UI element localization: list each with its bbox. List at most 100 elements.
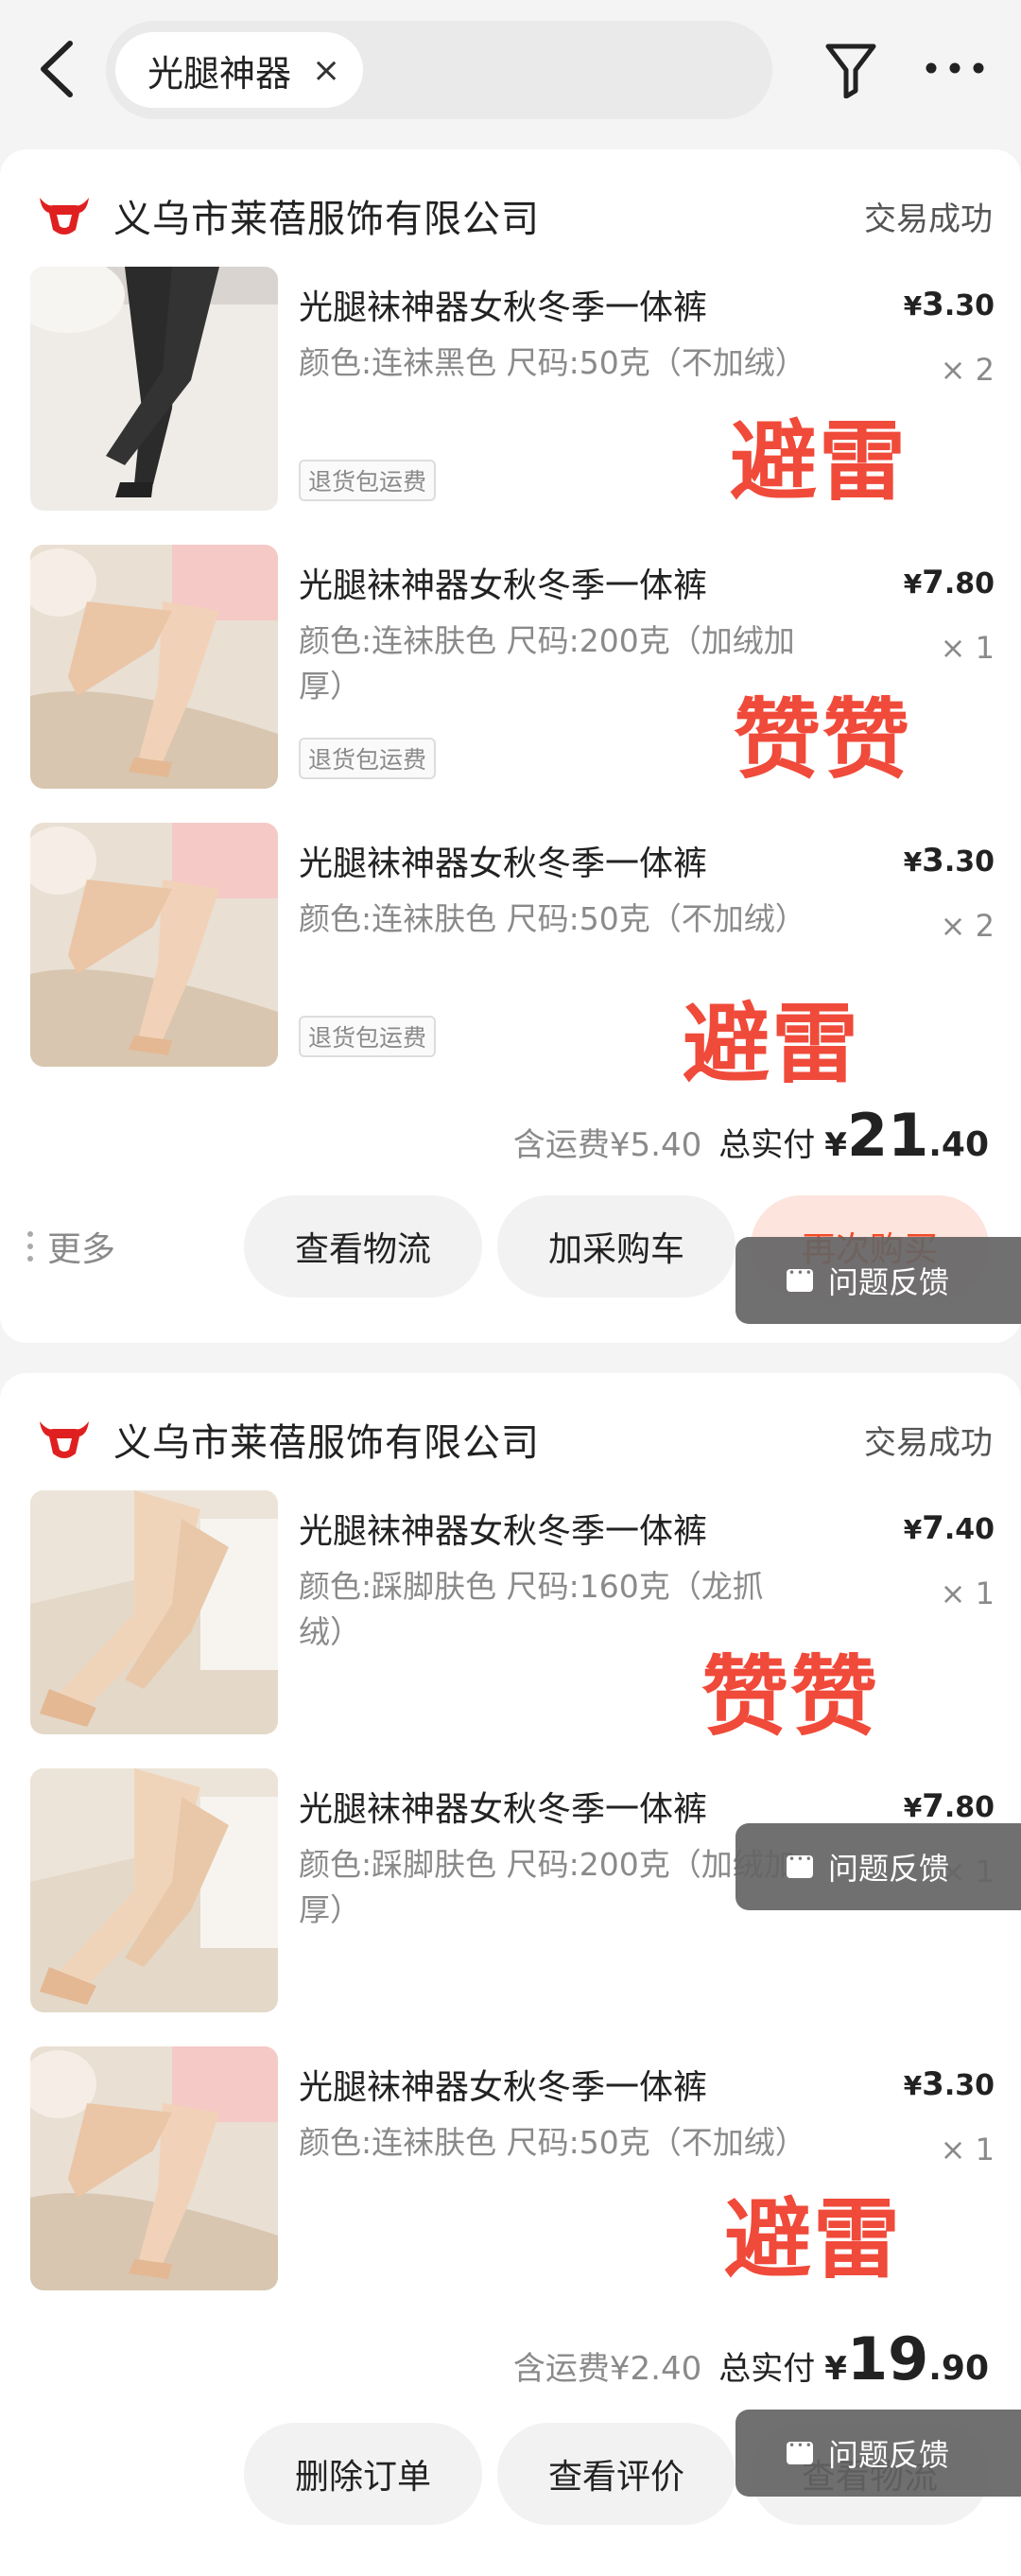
filter-button[interactable] bbox=[821, 34, 881, 106]
total-decimal: .90 bbox=[928, 2349, 989, 2388]
product-thumbnail bbox=[30, 823, 278, 1067]
message-icon bbox=[787, 1266, 813, 1292]
feedback-label: 问题反馈 bbox=[828, 1851, 950, 1887]
search-bar[interactable]: 光腿神器 × bbox=[106, 21, 772, 119]
price-decimal: .30 bbox=[943, 2069, 995, 2102]
currency-symbol: ¥ bbox=[824, 1126, 847, 1164]
shipping-fee: 含运费¥5.40 bbox=[512, 1126, 702, 1164]
currency-symbol: ¥ bbox=[824, 2350, 847, 2388]
review-stamp: 赞赞 bbox=[734, 689, 912, 791]
product-thumbnail bbox=[30, 1768, 278, 2012]
price-decimal: .30 bbox=[943, 289, 995, 322]
currency-symbol: ¥ bbox=[903, 846, 923, 878]
message-icon bbox=[787, 1853, 813, 1878]
product-quantity: × 1 bbox=[940, 1575, 995, 1611]
more-options-button[interactable] bbox=[922, 38, 988, 98]
review-stamp: 避雷 bbox=[683, 994, 861, 1095]
price-integer: 7 bbox=[922, 564, 944, 601]
filter-icon bbox=[825, 44, 876, 98]
product-quantity: × 1 bbox=[940, 630, 995, 666]
total-decimal: .40 bbox=[928, 1125, 989, 1164]
product-title: 光腿袜神器女秋冬季一体裤 bbox=[299, 566, 708, 605]
message-icon bbox=[787, 2439, 813, 2464]
review-stamp: 赞赞 bbox=[701, 1646, 880, 1748]
product-thumbnail bbox=[30, 545, 278, 789]
top-bar: 光腿神器 × bbox=[0, 0, 1021, 142]
shop-header[interactable]: 义乌市莱蓓服饰有限公司 交易成功 bbox=[38, 1409, 993, 1470]
currency-symbol: ¥ bbox=[903, 1792, 923, 1823]
add-to-purchase-cart-button[interactable]: 加采购车 bbox=[497, 1195, 735, 1297]
product-price: ¥3.30 bbox=[904, 2065, 995, 2103]
free-return-badge: 退货包运费 bbox=[299, 1016, 437, 1057]
product-quantity: × 1 bbox=[940, 2132, 995, 2167]
review-stamp: 避雷 bbox=[724, 2189, 903, 2290]
product-spec: 颜色:连袜黑色 尺码:50克（不加绒） bbox=[299, 344, 806, 381]
order-total: 含运费¥2.40 总实付 ¥ 19 .90 bbox=[233, 2324, 989, 2393]
product-title: 光腿袜神器女秋冬季一体裤 bbox=[299, 1512, 708, 1551]
product-thumbnail bbox=[30, 2046, 278, 2290]
product-title: 光腿袜神器女秋冬季一体裤 bbox=[299, 288, 708, 327]
order-card: 义乌市莱蓓服饰有限公司 交易成功 光腿袜神器女秋冬季一体裤 颜色:踩脚肤色 尺码… bbox=[0, 1373, 1021, 2576]
order-card: 义乌市莱蓓服饰有限公司 交易成功 光腿袜神器女秋冬季一体裤 颜色:连袜黑色 尺码… bbox=[0, 149, 1021, 1343]
free-return-badge: 退货包运费 bbox=[299, 460, 437, 501]
vertical-dots-icon bbox=[27, 1231, 33, 1262]
product-price: ¥7.40 bbox=[904, 1509, 995, 1547]
feedback-button[interactable]: 问题反馈 bbox=[735, 2410, 1021, 2497]
price-decimal: .30 bbox=[943, 845, 995, 879]
product-title: 光腿袜神器女秋冬季一体裤 bbox=[299, 844, 708, 883]
product-spec: 颜色:连袜肤色 尺码:50克（不加绒） bbox=[299, 900, 806, 937]
product-spec: 颜色:连袜肤色 尺码:200克（加绒加厚） bbox=[299, 622, 795, 705]
shop-name: 义乌市莱蓓服饰有限公司 bbox=[113, 198, 540, 241]
price-integer: 7 bbox=[922, 1509, 944, 1547]
feedback-label: 问题反馈 bbox=[828, 1264, 950, 1300]
product-spec: 颜色:踩脚肤色 尺码:200克（加绒加厚） bbox=[299, 1846, 795, 1928]
shop-header[interactable]: 义乌市莱蓓服饰有限公司 交易成功 bbox=[38, 185, 993, 246]
more-actions-button[interactable]: 更多 bbox=[26, 1222, 115, 1271]
order-status: 交易成功 bbox=[864, 1423, 993, 1462]
shop-name: 义乌市莱蓓服饰有限公司 bbox=[113, 1421, 540, 1465]
clear-keyword-icon[interactable]: × bbox=[312, 51, 340, 90]
currency-symbol: ¥ bbox=[903, 1514, 923, 1545]
price-integer: 3 bbox=[922, 286, 944, 323]
product-price: ¥7.80 bbox=[904, 1787, 995, 1825]
review-stamp: 避雷 bbox=[730, 411, 909, 513]
price-decimal: .80 bbox=[943, 1791, 995, 1824]
view-review-button[interactable]: 查看评价 bbox=[497, 2423, 735, 2525]
total-integer: 19 bbox=[846, 2324, 929, 2393]
order-status: 交易成功 bbox=[864, 200, 993, 238]
total-integer: 21 bbox=[846, 1101, 929, 1170]
bull-logo-icon bbox=[40, 198, 89, 235]
shipping-fee: 含运费¥2.40 bbox=[512, 2350, 702, 2388]
bull-logo-icon bbox=[40, 1421, 89, 1458]
price-integer: 7 bbox=[922, 1787, 944, 1825]
more-label: 更多 bbox=[47, 1230, 116, 1269]
free-return-badge: 退货包运费 bbox=[299, 738, 437, 779]
product-spec: 颜色:连袜肤色 尺码:50克（不加绒） bbox=[299, 2124, 806, 2161]
more-icon bbox=[926, 62, 984, 74]
delete-order-button[interactable]: 删除订单 bbox=[244, 2423, 482, 2525]
search-keyword: 光腿神器 bbox=[147, 52, 292, 95]
product-thumbnail bbox=[30, 267, 278, 511]
currency-symbol: ¥ bbox=[903, 290, 923, 322]
product-quantity: × 2 bbox=[940, 352, 995, 388]
order-total: 含运费¥5.40 总实付 ¥ 21 .40 bbox=[233, 1101, 989, 1170]
product-quantity: × 2 bbox=[940, 908, 995, 944]
search-keyword-chip[interactable]: 光腿神器 × bbox=[115, 32, 364, 108]
feedback-button[interactable]: 问题反馈 bbox=[735, 1237, 1021, 1324]
product-title: 光腿袜神器女秋冬季一体裤 bbox=[299, 2068, 708, 2107]
product-price: ¥3.30 bbox=[904, 286, 995, 323]
price-integer: 3 bbox=[922, 2065, 944, 2103]
product-thumbnail bbox=[30, 1490, 278, 1734]
price-decimal: .40 bbox=[943, 1513, 995, 1546]
currency-symbol: ¥ bbox=[903, 2070, 923, 2101]
total-label: 总实付 bbox=[718, 1126, 816, 1164]
view-logistics-button[interactable]: 查看物流 bbox=[244, 1195, 482, 1297]
feedback-button[interactable]: 问题反馈 bbox=[735, 1823, 1021, 1910]
price-decimal: .80 bbox=[943, 567, 995, 600]
product-price: ¥7.80 bbox=[904, 564, 995, 601]
product-price: ¥3.30 bbox=[904, 842, 995, 879]
price-integer: 3 bbox=[922, 842, 944, 879]
back-button[interactable] bbox=[28, 36, 85, 102]
back-icon bbox=[41, 41, 73, 97]
feedback-label: 问题反馈 bbox=[828, 2437, 950, 2473]
